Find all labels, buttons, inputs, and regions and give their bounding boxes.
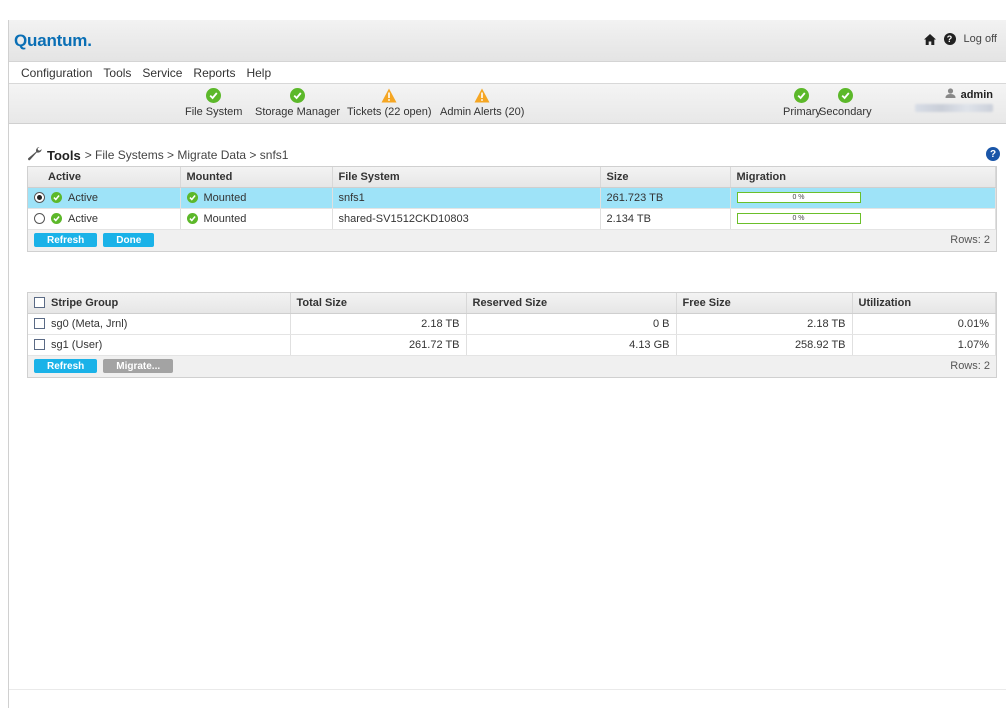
warning-icon	[381, 88, 397, 103]
done-button[interactable]: Done	[103, 233, 155, 247]
col-migration[interactable]: Migration	[730, 167, 996, 188]
menu-reports[interactable]: Reports	[193, 66, 235, 80]
menu-tools[interactable]: Tools	[103, 66, 131, 80]
check-icon	[186, 213, 198, 224]
user-icon	[945, 88, 956, 101]
help-icon[interactable]: ?	[943, 33, 956, 45]
col-active[interactable]: Active	[28, 167, 181, 188]
breadcrumb-tools[interactable]: Tools	[47, 148, 81, 163]
warning-icon	[474, 88, 490, 103]
stripe-group-panel: Stripe Group Total Size Reserved Size Fr…	[27, 292, 997, 378]
logoff-link[interactable]: Log off	[964, 33, 997, 45]
table-row[interactable]: Active Mounted snfs1 261.723 TB 0 %	[28, 187, 996, 209]
check-icon	[290, 88, 305, 103]
app-window: Quantum. ? Log off Configuration Tools S…	[8, 20, 1006, 708]
home-icon[interactable]	[923, 33, 936, 45]
stripe-group-table: Stripe Group Total Size Reserved Size Fr…	[28, 293, 996, 356]
menu-bar: Configuration Tools Service Reports Help	[9, 62, 1006, 84]
migration-progress: 0 %	[736, 192, 861, 203]
table-row[interactable]: sg0 (Meta, Jrnl) 2.18 TB 0 B 2.18 TB 0.0…	[28, 313, 996, 335]
row-checkbox[interactable]	[34, 339, 45, 350]
col-stripe-group[interactable]: Stripe Group	[28, 293, 291, 314]
refresh-button[interactable]: Refresh	[34, 233, 98, 247]
user-info[interactable]: admin	[915, 88, 993, 112]
check-icon	[837, 88, 853, 103]
col-file-system[interactable]: File System	[332, 167, 601, 188]
col-size[interactable]: Size	[600, 167, 731, 188]
row-count: Rows: 2	[950, 359, 990, 372]
status-file-system[interactable]: File System	[185, 88, 242, 118]
file-system-panel: Active Mounted File System Size Migratio…	[27, 166, 997, 252]
check-icon	[794, 88, 810, 103]
row-checkbox[interactable]	[34, 318, 45, 329]
check-icon	[206, 88, 222, 103]
status-secondary[interactable]: Secondary	[819, 88, 872, 118]
file-system-table: Active Mounted File System Size Migratio…	[28, 167, 996, 230]
table-row[interactable]: Active Mounted shared-SV1512CKD10803 2.1…	[28, 208, 996, 230]
col-total-size[interactable]: Total Size	[290, 293, 467, 314]
stripe-group-footer: Refresh Migrate... Rows: 2	[28, 356, 996, 377]
select-all-checkbox[interactable]	[34, 297, 45, 309]
breadcrumb-path: > File Systems > Migrate Data > snfs1	[84, 148, 289, 162]
status-primary[interactable]: Primary	[783, 88, 821, 118]
row-radio[interactable]	[34, 192, 45, 203]
status-admin-alerts[interactable]: Admin Alerts (20)	[440, 88, 524, 118]
menu-help[interactable]: Help	[246, 66, 271, 80]
row-count: Rows: 2	[950, 233, 990, 246]
col-utilization[interactable]: Utilization	[852, 293, 996, 314]
check-icon	[51, 192, 62, 203]
breadcrumb: Tools > File Systems > Migrate Data > sn…	[27, 146, 288, 164]
migration-progress: 0 %	[736, 213, 861, 224]
divider	[9, 689, 1006, 690]
row-radio[interactable]	[34, 213, 45, 224]
menu-configuration[interactable]: Configuration	[21, 66, 92, 80]
blurred-hostname	[915, 104, 993, 112]
table-row[interactable]: sg1 (User) 261.72 TB 4.13 GB 258.92 TB 1…	[28, 334, 996, 356]
menu-service[interactable]: Service	[142, 66, 182, 80]
col-mounted[interactable]: Mounted	[180, 167, 333, 188]
check-icon	[186, 192, 198, 203]
quantum-logo[interactable]: Quantum.	[14, 31, 92, 51]
col-free-size[interactable]: Free Size	[676, 293, 853, 314]
page-help-icon[interactable]: ?	[986, 147, 1000, 161]
check-icon	[51, 213, 62, 224]
username: admin	[960, 88, 993, 101]
col-reserved-size[interactable]: Reserved Size	[466, 293, 677, 314]
top-bar: Quantum. ? Log off	[9, 20, 1006, 62]
status-bar: File System Storage Manager Tickets (22 …	[9, 84, 1006, 124]
file-system-footer: Refresh Done Rows: 2	[28, 230, 996, 251]
status-storage-manager[interactable]: Storage Manager	[255, 88, 340, 118]
status-tickets[interactable]: Tickets (22 open)	[347, 88, 432, 118]
refresh-button[interactable]: Refresh	[34, 359, 98, 373]
migrate-button[interactable]: Migrate...	[103, 359, 174, 373]
wrench-icon	[27, 146, 43, 164]
